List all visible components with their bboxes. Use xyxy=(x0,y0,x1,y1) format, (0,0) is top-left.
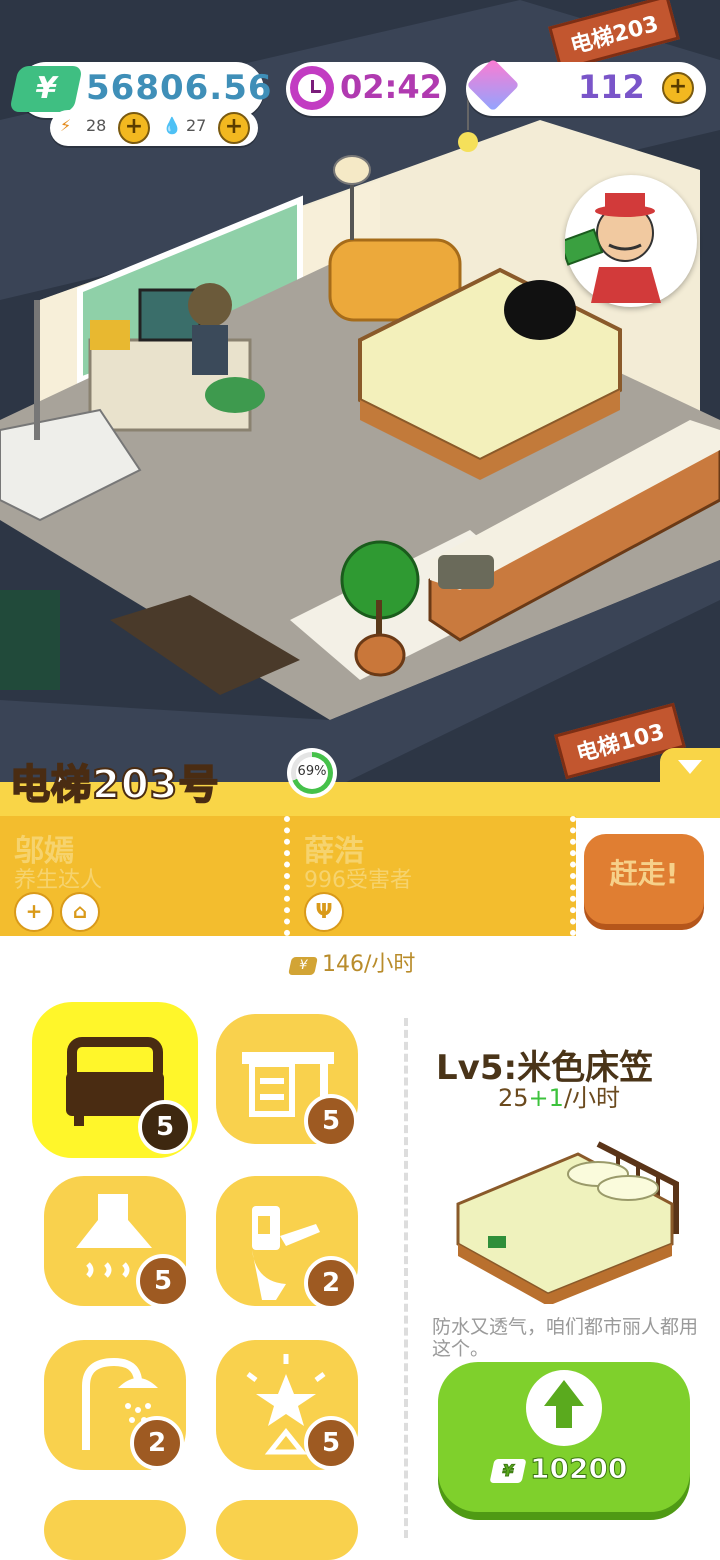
add-energy-button[interactable]: + xyxy=(118,112,150,144)
toilet-count-badge: 2 xyxy=(304,1256,358,1310)
furniture-tile-next[interactable] xyxy=(216,1500,358,1560)
tenant-2-title: 996受害者 xyxy=(304,868,412,893)
room-title: 电梯203号 xyxy=(9,761,220,809)
upgrade-arrow-icon xyxy=(526,1370,602,1446)
tenant-1-title: 养生达人 xyxy=(14,868,103,893)
add-water-button[interactable]: + xyxy=(218,112,250,144)
add-gems-button[interactable]: + xyxy=(662,72,694,104)
evict-button[interactable]: 赶走! xyxy=(584,834,704,924)
room-income: ¥146/小时 xyxy=(288,946,415,978)
furniture-tile-bed[interactable]: 5 xyxy=(32,1002,198,1158)
furniture-description: 防水又透气，咱们都市丽人都用这个。 xyxy=(432,1316,699,1360)
water-value: 27 xyxy=(186,116,207,135)
gem-value: 112 xyxy=(578,68,645,106)
room-progress-ring: 69% xyxy=(287,748,337,798)
upgrade-button[interactable]: ¥10200 xyxy=(438,1362,690,1512)
lightning-icon: ⚡ xyxy=(60,116,72,135)
yen-icon: ¥ xyxy=(9,66,83,112)
yen-icon: ¥ xyxy=(288,957,318,975)
fork-knife-icon[interactable]: Ψ xyxy=(304,892,344,932)
furniture-tile-next[interactable] xyxy=(44,1500,186,1560)
furniture-tile-shower[interactable]: 2 xyxy=(44,1340,186,1470)
range-hood-count-badge: 5 xyxy=(136,1254,190,1308)
medical-kit-icon[interactable]: + xyxy=(14,892,54,932)
furniture-tile-toilet[interactable]: 2 xyxy=(216,1176,358,1310)
furniture-tile-star-lamp[interactable]: 5 xyxy=(216,1340,358,1470)
game-scene[interactable]: 电梯203 电梯103 ¥ 56806.56 ⚡ 28 + 💧 27 + 02:… xyxy=(0,0,720,790)
bed-preview-image xyxy=(456,1141,679,1304)
furniture-tile-range-hood[interactable]: 5 xyxy=(44,1176,190,1308)
shopping-basket-icon[interactable]: ⌂ xyxy=(60,892,100,932)
upgrade-cost: ¥10200 xyxy=(489,1452,628,1486)
water-drop-icon: 💧 xyxy=(162,116,182,135)
timer-value: 02:42 xyxy=(340,68,442,106)
shower-count-badge: 2 xyxy=(130,1416,184,1470)
resource-bar: ⚡ 28 + 💧 27 + xyxy=(50,110,258,146)
clock-icon xyxy=(290,66,334,110)
energy-value: 28 xyxy=(86,116,107,135)
timer-display: 02:42 xyxy=(286,62,446,116)
desk-count-badge: 5 xyxy=(304,1094,358,1148)
furniture-tile-desk[interactable]: 5 xyxy=(216,1014,358,1148)
room-progress-label: 69% xyxy=(297,764,327,779)
bed-count-badge: 5 xyxy=(138,1100,192,1154)
money-value: 56806.56 xyxy=(86,68,273,108)
furniture-detail-rate: 25+1/小时 xyxy=(498,1084,621,1112)
yen-icon: ¥ xyxy=(489,1459,527,1483)
landlord-avatar-icon xyxy=(565,193,661,303)
star-lamp-count-badge: 5 xyxy=(304,1416,358,1470)
gem-counter: 112 + xyxy=(466,58,706,116)
collapse-panel-button[interactable] xyxy=(660,748,720,788)
landlord-npc-bubble[interactable] xyxy=(565,175,697,307)
